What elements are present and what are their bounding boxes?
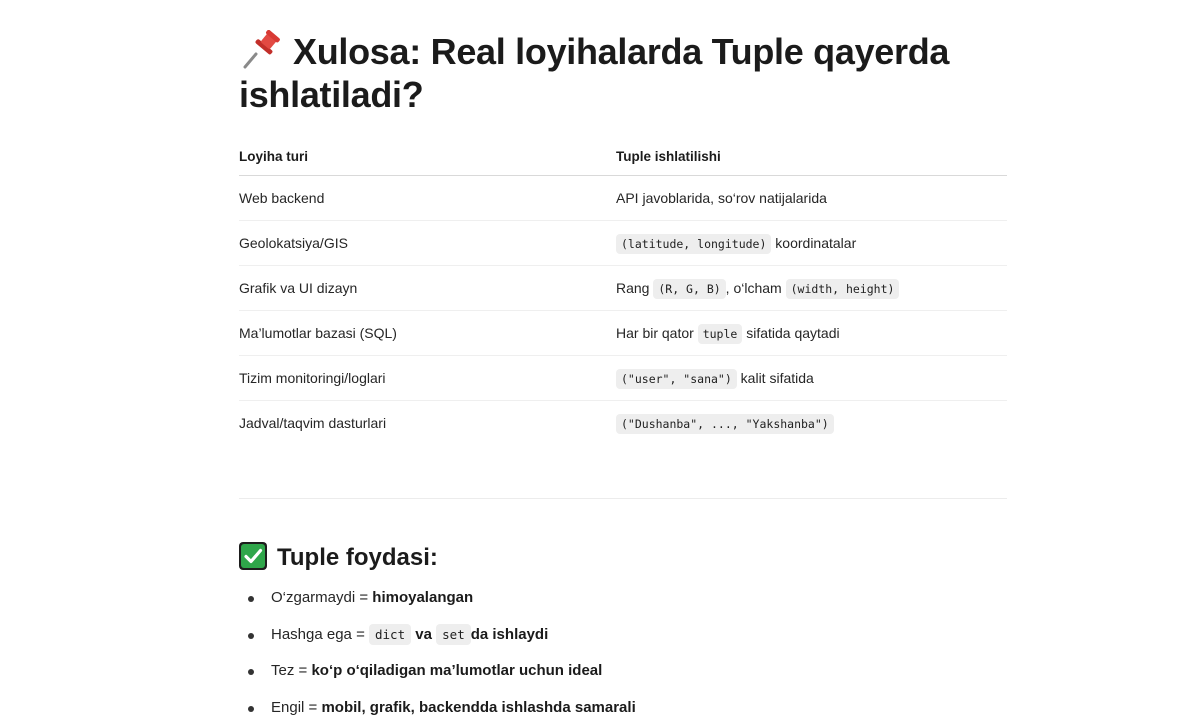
tuple-usage-cell: ("user", "sana") kalit sifatida — [616, 356, 1007, 401]
tuple-usage-cell: (latitude, longitude) koordinatalar — [616, 221, 1007, 266]
inline-code: (latitude, longitude) — [616, 234, 771, 254]
usage-text: , o‘lcham — [726, 280, 786, 296]
item-text: Tez = — [271, 662, 311, 679]
project-type-cell: Web backend — [239, 176, 616, 221]
item-bold-text: ko‘p o‘qiladigan ma’lumotlar uchun ideal — [311, 662, 602, 679]
item-bold-text: mobil, grafik, backendda ishlashda samar… — [321, 699, 635, 716]
tuple-usage-cell: API javoblarida, so‘rov natijalarida — [616, 176, 1007, 221]
inline-code: ("Dushanba", ..., "Yakshanba") — [616, 414, 834, 434]
project-type-cell: Grafik va UI dizayn — [239, 266, 616, 311]
tuple-usage-cell: ("Dushanba", ..., "Yakshanba") — [616, 401, 1007, 446]
usage-text: kalit sifatida — [737, 370, 814, 386]
project-type-cell: Geolokatsiya/GIS — [239, 221, 616, 266]
inline-code: ("user", "sana") — [616, 369, 737, 389]
table-row: Geolokatsiya/GIS (latitude, longitude) k… — [239, 221, 1007, 266]
usage-text: koordinatalar — [771, 235, 856, 251]
page: Xulosa: Real loyihalarda Tuple qayerda i… — [0, 0, 1180, 725]
list-item: Tez = ko‘p o‘qiladigan ma’lumotlar uchun… — [239, 653, 1007, 690]
item-text: Engil = — [271, 699, 321, 716]
item-text: Hashga ega = — [271, 626, 369, 643]
list-item: O‘zgarmaydi = himoyalangan — [239, 580, 1007, 617]
benefits-heading-text: Tuple foydasi: — [277, 544, 438, 571]
usage-text: API javoblarida, so‘rov natijalarida — [616, 190, 827, 206]
inline-code: (R, G, B) — [653, 279, 725, 299]
item-text: O‘zgarmaydi = — [271, 589, 372, 606]
inline-code: set — [436, 624, 471, 645]
list-item: Engil = mobil, grafik, backendda ishlash… — [239, 690, 1007, 726]
table-row: Tizim monitoringi/loglari ("user", "sana… — [239, 356, 1007, 401]
project-type-cell: Tizim monitoringi/loglari — [239, 356, 616, 401]
page-title-text: Xulosa: Real loyihalarda Tuple qayerda i… — [239, 31, 949, 115]
item-bold-text: himoyalangan — [372, 589, 473, 606]
benefits-list: O‘zgarmaydi = himoyalangan Hashga ega = … — [239, 580, 1007, 726]
benefits-heading: Tuple foydasi: — [239, 538, 438, 578]
usage-text: Rang — [616, 280, 653, 296]
table-row: Web backend API javoblarida, so‘rov nati… — [239, 176, 1007, 221]
project-type-cell: Ma’lumotlar bazasi (SQL) — [239, 311, 616, 356]
usage-table: Loyiha turi Tuple ishlatilishi Web backe… — [239, 138, 1007, 445]
tuple-usage-cell: Har bir qator tuple sifatida qaytadi — [616, 311, 1007, 356]
column-header-project-type: Loyiha turi — [239, 138, 616, 176]
inline-code: (width, height) — [786, 279, 900, 299]
tuple-usage-cell: Rang (R, G, B), o‘lcham (width, height) — [616, 266, 1007, 311]
pushpin-icon — [239, 30, 283, 70]
list-item: Hashga ega = dict va setda ishlaydi — [239, 617, 1007, 654]
page-title: Xulosa: Real loyihalarda Tuple qayerda i… — [239, 30, 1007, 116]
table-header-row: Loyiha turi Tuple ishlatilishi — [239, 138, 1007, 176]
table-row: Ma’lumotlar bazasi (SQL) Har bir qator t… — [239, 311, 1007, 356]
table-row: Grafik va UI dizayn Rang (R, G, B), o‘lc… — [239, 266, 1007, 311]
inline-code: tuple — [698, 324, 743, 344]
item-bold-text: da ishlaydi — [471, 626, 549, 643]
table-row: Jadval/taqvim dasturlari ("Dushanba", ..… — [239, 401, 1007, 446]
column-header-tuple-usage: Tuple ishlatilishi — [616, 138, 1007, 176]
project-type-cell: Jadval/taqvim dasturlari — [239, 401, 616, 446]
inline-code: dict — [369, 624, 411, 645]
section-divider — [239, 498, 1007, 499]
usage-text: sifatida qaytadi — [742, 325, 839, 341]
item-bold-text: va — [411, 626, 436, 643]
check-mark-icon — [239, 542, 267, 570]
usage-text: Har bir qator — [616, 325, 698, 341]
